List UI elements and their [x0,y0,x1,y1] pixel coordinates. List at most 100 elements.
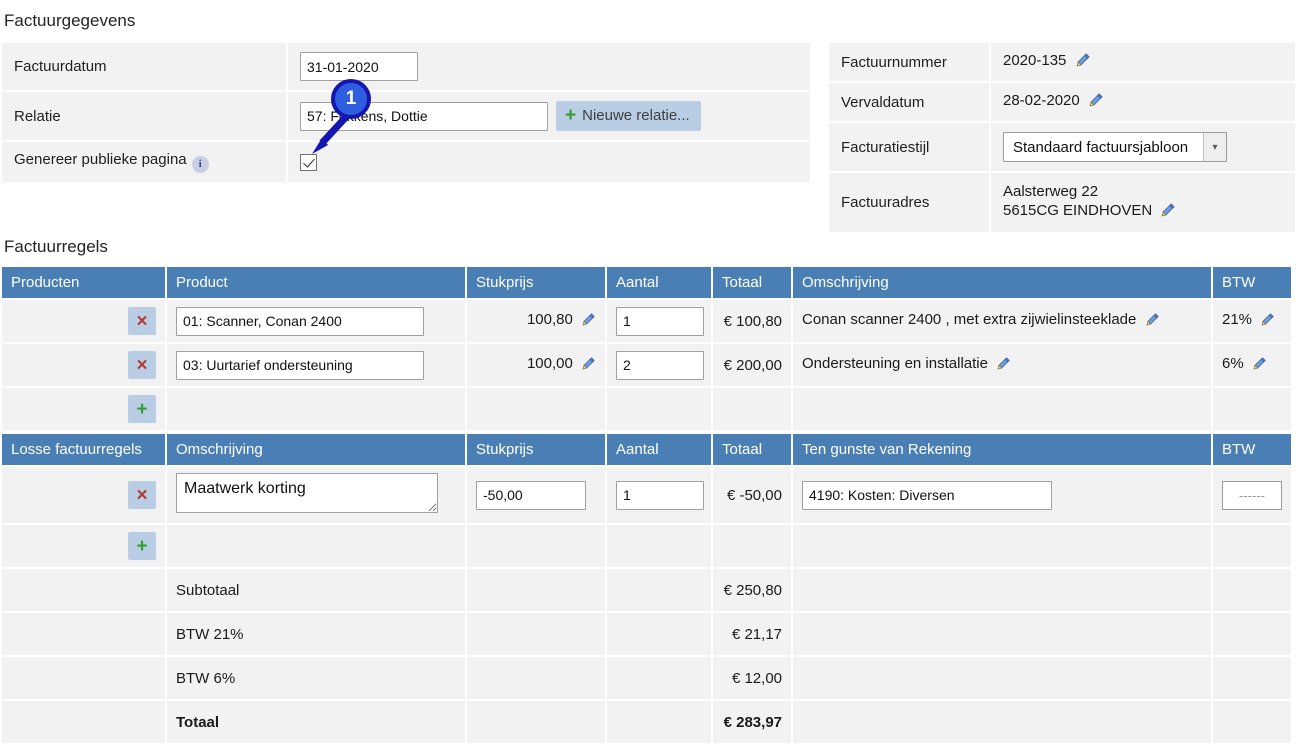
table-row: × 100,80 [2,300,1291,342]
form-row-relatie: Relatie + Nieuwe relatie... [2,92,810,140]
edit-pencil-icon[interactable] [581,312,596,331]
quantity-input[interactable] [616,306,704,336]
product-row-delete-cell: × [2,300,165,342]
loose-add-filler-2 [467,525,605,567]
new-relation-label: Nieuwe relatie... [582,107,690,124]
col-product: Product [167,267,465,298]
info-icon[interactable]: i [191,155,209,173]
product-row-delete-cell: × [2,344,165,386]
edit-pencil-icon[interactable] [1260,312,1275,331]
products-add-row: + [2,388,1291,430]
loose-add-filler-4 [713,525,791,567]
totals-label-cell: BTW 21% [167,613,465,655]
label-cell-relatie: Relatie [2,92,286,140]
col-totaal: Totaal [713,434,791,465]
label-publieke-pagina-text: Genereer publieke pagina [14,151,187,168]
loose-vat-select[interactable]: ------ [1222,480,1282,510]
loose-quantity-input[interactable] [616,480,704,510]
table-row: × Maatwerk korting € -50,00 [2,467,1291,523]
add-product-row-button[interactable]: + [128,395,156,423]
product-row-product-cell [167,344,465,386]
col-btw: BTW [1213,267,1291,298]
totals-label-cell: BTW 6% [167,657,465,699]
value-cell-vervaldatum: 28-02-2020 [991,83,1295,121]
totals-spacer-right [793,569,1211,611]
totals-spacer-left [2,613,165,655]
invoice-editor-page: Factuurgegevens Factuurdatum 31-01-2020 … [0,0,1297,743]
vat-value: 6% [1222,355,1244,372]
product-input[interactable] [176,350,424,380]
loose-lines-add-row: + [2,525,1291,567]
factuurdatum-input[interactable] [300,52,418,81]
totals-spacer-btw [1213,701,1291,743]
label-vervaldatum: Vervaldatum [841,93,925,111]
edit-pencil-icon[interactable] [1075,52,1091,72]
totals-spacer-stukprijs [467,613,605,655]
col-aantal: Aantal [607,267,711,298]
relatie-input[interactable] [300,101,548,131]
product-input[interactable] [176,306,424,336]
invoice-details-left-panel: Factuurdatum Relatie [0,41,812,184]
product-row-unitprice-cell: 100,00 [467,344,605,386]
factuurdatum-field-wrap [288,43,810,90]
chevron-down-icon: ▾ [1203,133,1226,161]
totals-spacer-right [793,657,1211,699]
form-row-publieke-pagina: Genereer publieke pagina i [2,142,810,182]
label-cell-publieke-pagina: Genereer publieke pagina i [2,142,286,182]
totals-spacer-stukprijs [467,657,605,699]
edit-pencil-icon[interactable] [1160,202,1176,223]
label-cell-factuurdatum: Factuurdatum [2,43,286,90]
new-relation-button[interactable]: + Nieuwe relatie... [556,101,701,131]
publieke-pagina-checkbox[interactable] [300,153,317,171]
totals-amount-cell: € 12,00 [713,657,791,699]
col-producten: Producten [2,267,165,298]
factuuradres-line2: 5615CG EINDHOVEN [1003,202,1153,219]
products-add-filler-6 [1213,388,1291,430]
factuuradres-line2-wrap: 5615CG EINDHOVEN [1003,201,1283,223]
product-row-total-cell: € 200,00 [713,344,791,386]
form-row-facturatiestijl: Facturatiestijl Standaard factuursjabloo… [829,123,1295,171]
edit-pencil-icon[interactable] [1145,312,1160,331]
col-omschrijving: Omschrijving [793,267,1211,298]
delete-row-button[interactable]: × [128,351,156,379]
quantity-input[interactable] [616,350,704,380]
edit-pencil-icon[interactable] [1252,356,1267,375]
value-cell-factuuradres: Aalsterweg 22 5615CG EINDHOVEN [991,173,1295,232]
account-input[interactable] [802,480,1052,510]
edit-pencil-icon[interactable] [1088,92,1104,112]
loose-row-account-cell [793,467,1211,523]
loose-description-textarea[interactable]: Maatwerk korting [176,473,438,513]
loose-row-quantity-cell [607,467,711,523]
totals-amount-cell: € 250,80 [713,569,791,611]
value-cell-publieke-pagina [288,142,810,182]
label-cell-vervaldatum: Vervaldatum [829,83,989,121]
totals-spacer-aantal [607,657,711,699]
invoice-details-right-table: Factuurnummer 2020-135 Vervaldatum 28-02… [827,41,1297,234]
products-add-filler-2 [467,388,605,430]
vervaldatum-value-wrap: 28-02-2020 [991,83,1295,121]
value-cell-factuurnummer: 2020-135 [991,43,1295,81]
products-table-header-row: Producten Product Stukprijs Aantal Totaa… [2,267,1291,298]
edit-pencil-icon[interactable] [581,356,596,375]
add-loose-row-button[interactable]: + [128,532,156,560]
products-add-filler-5 [793,388,1211,430]
edit-pencil-icon[interactable] [996,356,1011,375]
products-add-cell: + [2,388,165,430]
delete-row-button[interactable]: × [128,307,156,335]
totals-spacer-left [2,701,165,743]
totals-spacer-btw [1213,569,1291,611]
loose-unit-price-input[interactable] [476,480,586,510]
totals-row-totaal: Totaal € 283,97 [2,701,1291,743]
col-omschrijving: Omschrijving [167,434,465,465]
col-ten-gunste-van-rekening: Ten gunste van Rekening [793,434,1211,465]
product-row-total-cell: € 100,80 [713,300,791,342]
delete-row-button[interactable]: × [128,481,156,509]
label-factuuradres: Factuuradres [841,194,930,211]
unit-price-value: 100,00 [526,355,573,372]
loose-vat-value: ------ [1239,487,1265,503]
facturatiestijl-select[interactable]: Standaard factuursjabloon ▾ [1003,132,1227,162]
col-stukprijs: Stukprijs [467,267,605,298]
loose-lines-table: Losse factuurregels Omschrijving Stukpri… [0,432,1293,745]
table-row: × 100,00 [2,344,1291,386]
label-publieke-pagina: Genereer publieke pagina i [2,142,286,182]
